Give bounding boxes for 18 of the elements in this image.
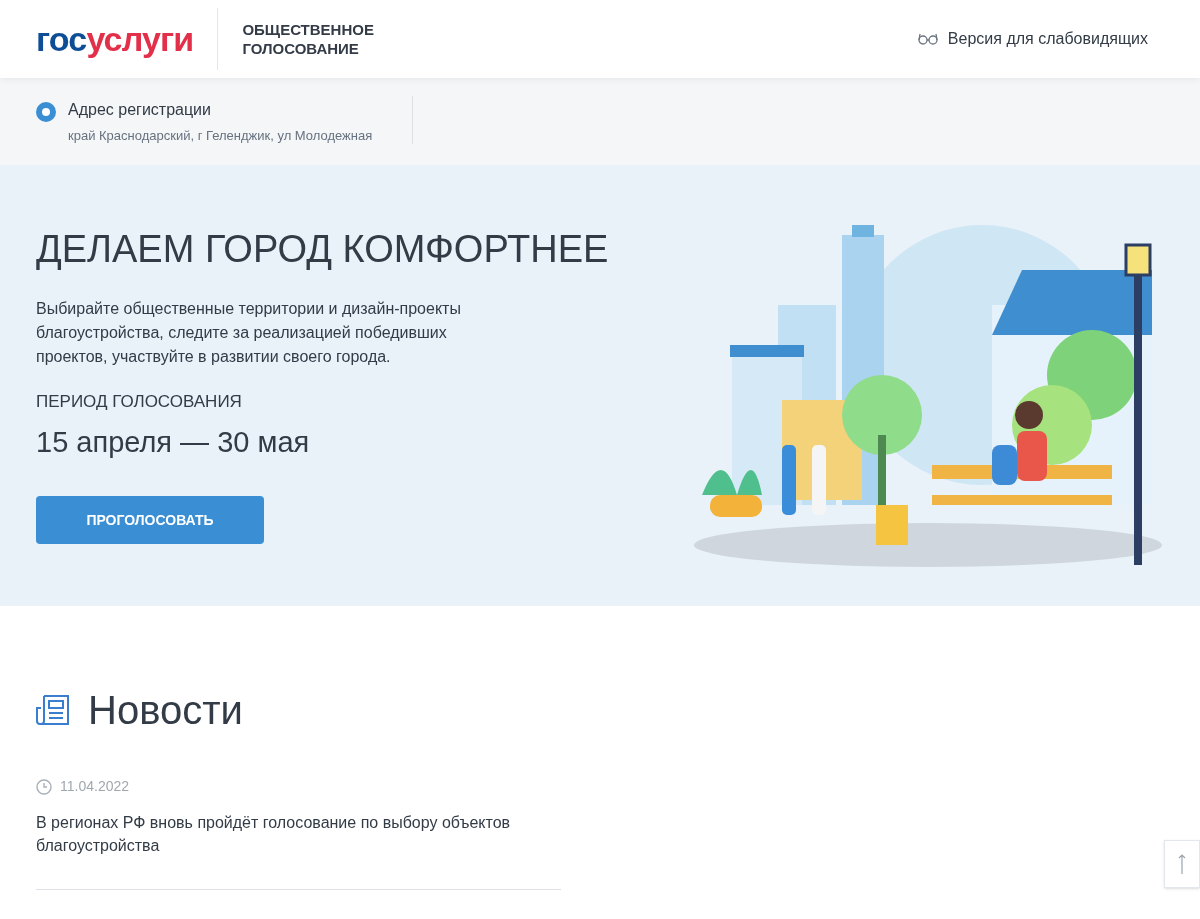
news-heading: Новости (88, 687, 243, 734)
clock-icon (36, 778, 52, 795)
vote-button[interactable]: ПРОГОЛОСОВАТЬ (36, 496, 264, 544)
news-date: 11.04.2022 (60, 777, 130, 796)
radio-button[interactable] (36, 102, 56, 122)
glasses-icon (917, 33, 938, 45)
hero-description: Выбирайте общественные территории и дизайн-проекты благоустройства, следите за реализацией победивших проектов, участвуйте в развитии своего города. (36, 299, 462, 367)
accessibility-link[interactable]: Версия для слабовидящих (947, 27, 1148, 51)
logo[interactable]: госуслуги (36, 22, 194, 56)
news-link[interactable]: В регионах РФ вновь пройдёт голосование по выбору объектов благоустройства (36, 811, 561, 857)
period-label: ПЕРИОД ГОЛОСОВАНИЯ (36, 391, 243, 413)
address-label: Адрес регистрации (68, 100, 212, 120)
section-title: ОБЩЕСТВЕННОЕ ГОЛОСОВАНИЕ (242, 20, 375, 58)
voting-period: 15 апреля — 30 мая (36, 424, 311, 460)
address-value: край Краснодарский, г Геленджик, ул Молодежная (68, 127, 374, 145)
newspaper-icon (36, 694, 70, 726)
hero-title: ДЕЛАЕМ ГОРОД КОМФОРТНЕЕ (36, 227, 610, 271)
arrow-up-icon (1178, 854, 1186, 874)
